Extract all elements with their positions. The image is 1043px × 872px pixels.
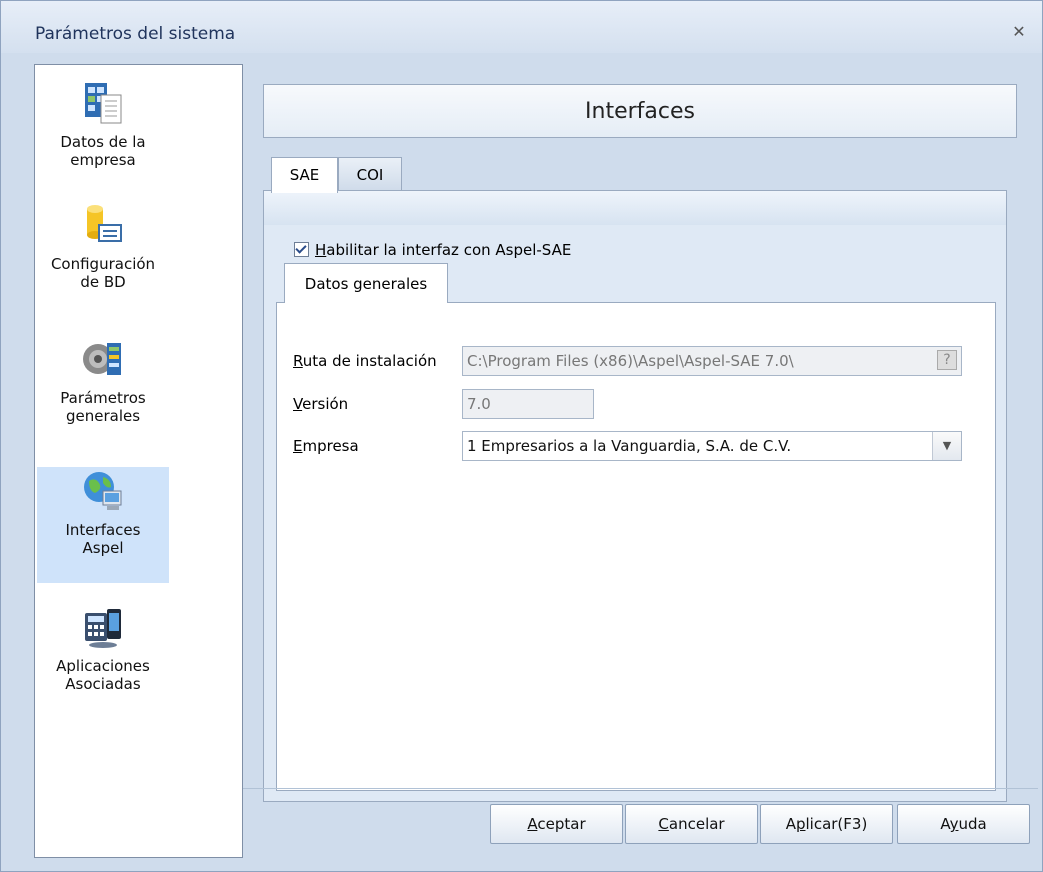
- help-button[interactable]: Ayuda: [897, 804, 1030, 844]
- system-parameters-window: Parámetros del sistema ✕ Datos de la empr…: [0, 0, 1043, 872]
- globe-computer-icon: [84, 472, 122, 510]
- company-select[interactable]: 1 Empresarios a la Vanguardia, S.A. de C…: [462, 431, 962, 461]
- window-title: Parámetros del sistema: [35, 24, 236, 44]
- accept-button[interactable]: Aceptar: [490, 804, 623, 844]
- sidebar-item-company-data[interactable]: Datos de la empresa: [37, 81, 169, 169]
- version-label: Versión: [293, 395, 349, 413]
- checkbox-checked-icon[interactable]: [294, 242, 309, 257]
- tab-coi[interactable]: COI: [338, 157, 402, 191]
- company-label: Empresa: [293, 437, 359, 455]
- company-data-icon: [85, 83, 122, 124]
- footer-divider: [243, 788, 1038, 789]
- help-icon[interactable]: ?: [937, 350, 957, 370]
- section-header: Interfaces: [263, 84, 1017, 138]
- close-icon[interactable]: ✕: [1010, 23, 1028, 41]
- main-area: Interfaces SAE COI Habilitar la interfaz…: [243, 64, 1038, 858]
- sidebar-item-associated-apps[interactable]: Aplicaciones Asociadas: [37, 605, 169, 693]
- install-path-input[interactable]: C:\Program Files (x86)\Aspel\Aspel-SAE 7…: [462, 346, 962, 376]
- version-input[interactable]: 7.0: [462, 389, 594, 419]
- sidebar-item-general-params[interactable]: Parámetros generales: [37, 337, 169, 425]
- install-path-label: Ruta de instalación: [293, 352, 437, 370]
- enable-interface-checkbox[interactable]: Habilitar la interfaz con Aspel-SAE: [294, 241, 571, 259]
- apply-button[interactable]: Aplicar(F3): [760, 804, 893, 844]
- database-config-icon: [87, 205, 122, 242]
- sidebar: Datos de laempresa Configuraciónde BD: [34, 64, 243, 858]
- tab-sae[interactable]: SAE: [271, 157, 338, 193]
- general-params-icon: [83, 343, 121, 375]
- cancel-button[interactable]: Cancelar: [625, 804, 758, 844]
- sidebar-item-aspel-interfaces[interactable]: Interfaces Aspel: [37, 467, 169, 583]
- calculator-phone-icon: [85, 609, 121, 648]
- panel-header-strip: [264, 191, 1006, 226]
- sidebar-item-db-config[interactable]: Configuración de BD: [37, 203, 169, 291]
- sae-panel: Habilitar la interfaz con Aspel-SAE Dato…: [263, 190, 1007, 802]
- chevron-down-icon[interactable]: ▼: [932, 432, 961, 460]
- title-bar: Parámetros del sistema ✕: [1, 1, 1042, 53]
- subtab-general-data[interactable]: Datos generales: [284, 263, 448, 303]
- enable-interface-label: Habilitar la interfaz con Aspel-SAE: [315, 241, 572, 259]
- general-data-panel: Ruta de instalación C:\Program Files (x8…: [276, 302, 996, 791]
